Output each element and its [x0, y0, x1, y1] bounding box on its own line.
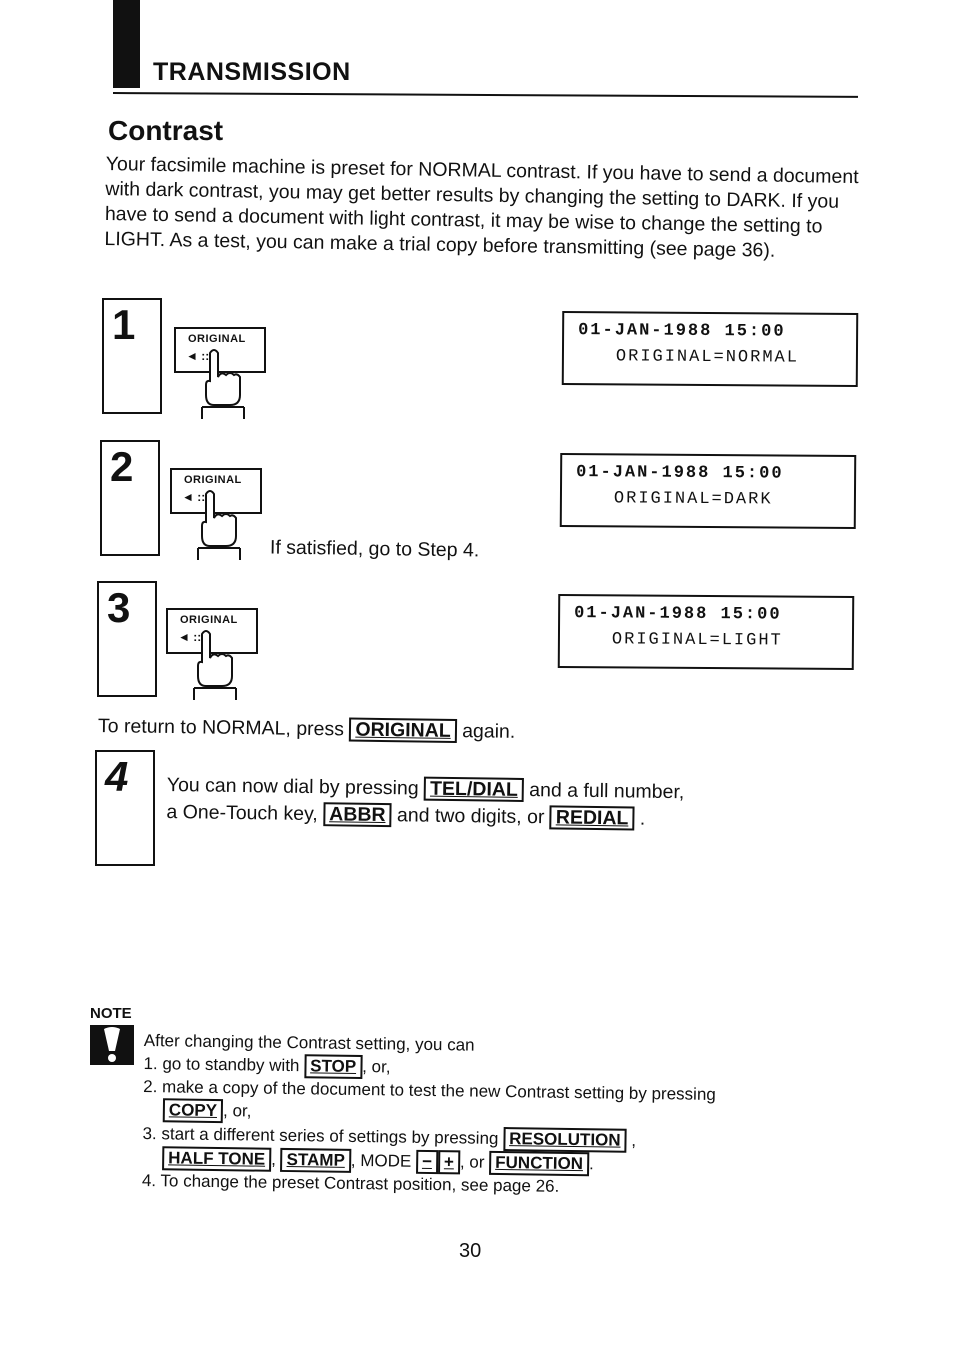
return-note-text-end: again. — [461, 720, 516, 743]
function-key-ref: FUNCTION — [489, 1150, 590, 1177]
lcd-status: ORIGINAL=LIGHT — [611, 630, 783, 651]
step4-line1-end: and a full number, — [529, 779, 685, 804]
step-2-box: 2 — [100, 440, 160, 556]
lcd-date-time: 01-JAN-1988 15:00 — [576, 463, 784, 484]
original-key-illustration: ORIGINAL ◄ :::: — [166, 608, 266, 703]
abbr-key-ref: ABBR — [323, 802, 392, 828]
resolution-key-ref: RESOLUTION — [503, 1127, 627, 1153]
key-label: ORIGINAL — [188, 333, 246, 345]
mode-minus-key-ref: − — [415, 1149, 439, 1175]
note-item-2-end: , or, — [222, 1101, 252, 1121]
lcd-display-light: 01-JAN-1988 15:00 ORIGINAL=LIGHT — [557, 593, 855, 671]
intro-paragraph: Your facsimile machine is preset for NOR… — [104, 152, 859, 262]
note-item-3-text: 3. start a different series of settings … — [142, 1123, 499, 1148]
lcd-status: ORIGINAL=DARK — [613, 489, 773, 510]
step-4-box: 4 — [95, 750, 155, 866]
page-title: Contrast — [108, 115, 224, 146]
exclamation-icon — [90, 1025, 134, 1065]
note-item-1-end: , or, — [362, 1057, 391, 1077]
section-marker-bar — [113, 0, 140, 88]
note-item-3-end: . — [588, 1154, 594, 1174]
original-key-illustration: ORIGINAL ◄ :::: — [170, 468, 270, 563]
lcd-display-dark: 01-JAN-1988 15:00 ORIGINAL=DARK — [559, 452, 857, 530]
stop-key-ref: STOP — [304, 1054, 363, 1080]
lcd-date-time: 01-JAN-1988 15:00 — [578, 321, 786, 342]
step-number: 2 — [110, 443, 134, 490]
redial-key-ref: REDIAL — [549, 805, 635, 831]
note-item-3-or: , or — [459, 1152, 485, 1172]
step4-line2-mid: and two digits, or — [396, 804, 545, 829]
mode-label: , MODE — [350, 1150, 412, 1171]
original-key-illustration: ORIGINAL ◄ :::: — [174, 327, 274, 422]
step-2-caption: If satisfied, go to Step 4. — [269, 536, 480, 562]
step4-line2-end: . — [639, 807, 646, 830]
lcd-status: ORIGINAL=NORMAL — [615, 347, 800, 368]
stamp-key-ref: STAMP — [280, 1147, 352, 1173]
step-number: 3 — [107, 584, 131, 631]
return-to-normal-note: To return to NORMAL, press ORIGINAL agai… — [98, 714, 516, 744]
pointing-hand-icon — [197, 490, 241, 560]
tel-dial-key-ref: TEL/DIAL — [423, 776, 524, 802]
return-note-text: To return to NORMAL, press — [97, 715, 345, 741]
copy-key-ref: COPY — [162, 1098, 224, 1124]
original-key-ref: ORIGINAL — [349, 717, 457, 744]
mode-plus-key-ref: + — [437, 1150, 461, 1175]
lcd-date-time: 01-JAN-1988 15:00 — [574, 604, 782, 625]
key-label: ORIGINAL — [184, 474, 242, 486]
step4-line2-text: a One-Touch key, — [166, 800, 318, 826]
note-item-3-comma: , — [631, 1130, 637, 1150]
half-tone-key-ref: HALF TONE — [162, 1146, 272, 1172]
section-divider — [112, 92, 858, 98]
note-body: After changing the Contrast setting, you… — [142, 1030, 804, 1201]
step-number: 1 — [112, 301, 136, 348]
section-title: TRANSMISSION — [153, 58, 351, 86]
key-label: ORIGINAL — [180, 614, 238, 626]
note-label: NOTE — [90, 1005, 132, 1022]
note-item-1-text: 1. go to standby with — [143, 1053, 300, 1076]
pointing-hand-icon — [193, 630, 237, 700]
step-number: 4 — [105, 753, 129, 800]
pointing-hand-icon — [201, 349, 245, 419]
lcd-display-normal: 01-JAN-1988 15:00 ORIGINAL=NORMAL — [561, 310, 859, 388]
step4-line1-text: You can now dial by pressing — [166, 773, 419, 800]
step-1-box: 1 — [102, 298, 162, 414]
page-number: 30 — [459, 1240, 482, 1262]
step-4-text: You can now dial by pressing TEL/DIAL an… — [166, 772, 684, 833]
step-3-box: 3 — [97, 581, 157, 697]
